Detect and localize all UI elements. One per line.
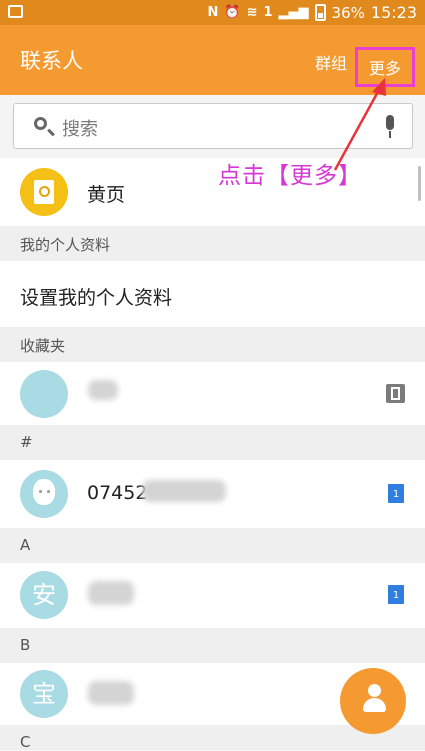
scrollbar[interactable] bbox=[418, 166, 421, 201]
section-label: 收藏夹 bbox=[20, 337, 66, 355]
annotation-arrow-icon bbox=[333, 78, 386, 171]
blurred-name bbox=[88, 581, 134, 605]
contact-name: 07452 bbox=[87, 482, 148, 504]
sim1-card-icon: 1 bbox=[388, 585, 404, 604]
blurred-name bbox=[142, 480, 226, 502]
section-label: B bbox=[20, 636, 31, 654]
blurred-name bbox=[88, 681, 134, 705]
phone-storage-icon bbox=[386, 384, 405, 403]
avatar: 安 bbox=[20, 571, 68, 619]
setup-profile-label: 设置我的个人资料 bbox=[20, 287, 173, 309]
add-person-icon bbox=[360, 684, 386, 714]
sim1-card-icon: 1 bbox=[388, 484, 404, 503]
section-header-b: B bbox=[0, 628, 425, 663]
section-label: C bbox=[20, 733, 31, 751]
contact-row[interactable]: 07452 1 bbox=[0, 460, 425, 528]
avatar: 宝 bbox=[20, 670, 68, 718]
contact-row[interactable] bbox=[0, 362, 425, 425]
section-label: 我的个人资料 bbox=[20, 236, 111, 254]
section-label: # bbox=[20, 433, 33, 451]
section-label: A bbox=[20, 536, 31, 554]
blurred-name bbox=[88, 380, 118, 400]
section-header-a: A bbox=[0, 528, 425, 563]
section-header-my-profile: 我的个人资料 bbox=[0, 226, 425, 261]
add-contact-button[interactable] bbox=[340, 668, 406, 734]
setup-profile-row[interactable]: 设置我的个人资料 bbox=[0, 261, 425, 327]
section-header-hash: # bbox=[0, 425, 425, 460]
contact-row[interactable]: 安 1 bbox=[0, 563, 425, 628]
avatar bbox=[20, 370, 68, 418]
avatar bbox=[20, 470, 68, 518]
section-header-favorites: 收藏夹 bbox=[0, 327, 425, 362]
